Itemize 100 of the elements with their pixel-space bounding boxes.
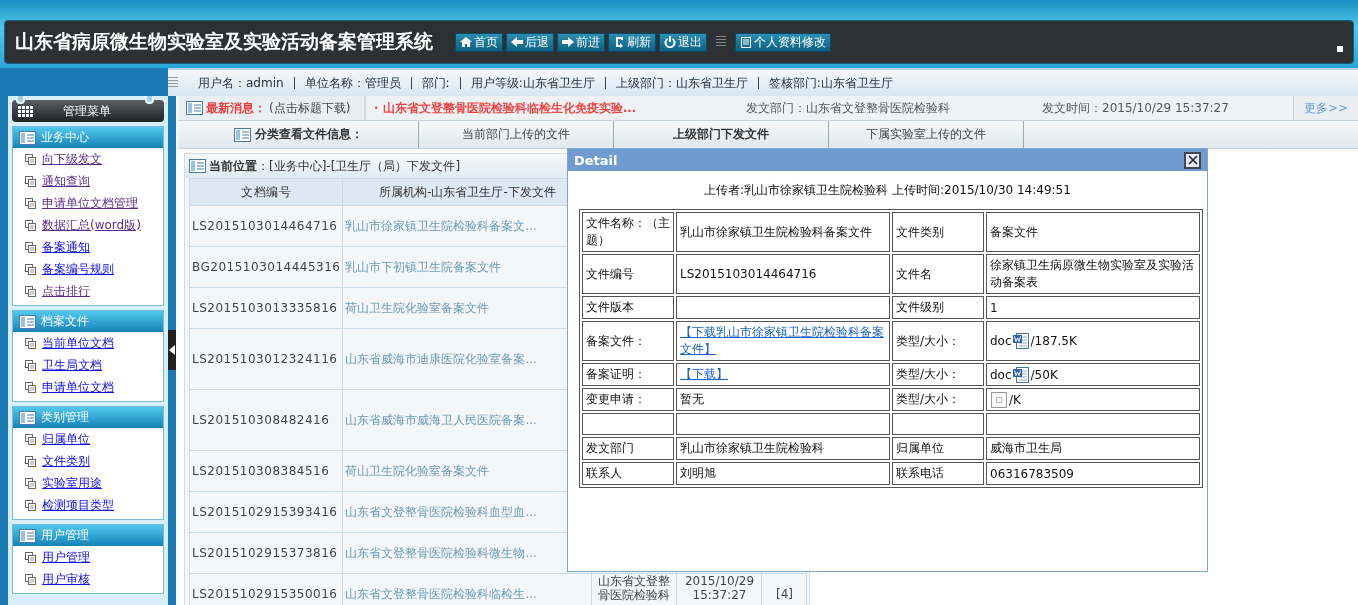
pages-icon <box>25 285 36 297</box>
pages-icon <box>25 455 36 467</box>
table-cell: LS2015103013335816 <box>189 287 343 329</box>
pages-icon <box>25 359 36 371</box>
menu-link[interactable]: 通知查询 <box>42 172 90 190</box>
field-value: 备案文件 <box>986 212 1200 252</box>
menu-link[interactable]: 归属单位 <box>42 430 90 448</box>
field-label: 文件编号 <box>582 254 674 294</box>
menu-link[interactable]: 申请单位文档管理 <box>42 194 138 212</box>
file-size-text: /50K <box>1030 367 1058 381</box>
panel-icon <box>19 314 36 329</box>
menu-title: 管理菜单 <box>63 102 111 120</box>
panel-icon <box>189 159 206 173</box>
menu-link[interactable]: 用户审核 <box>42 570 90 588</box>
news-time: 发文时间：2015/10/29 15:37:27 <box>1042 99 1229 117</box>
forward-arrow-icon <box>562 36 574 48</box>
field-value: 1 <box>986 296 1200 319</box>
breadcrumb: 当前位置：[业务中心]-[卫生厅（局）下发文件] <box>209 157 461 175</box>
field-label: 发文部门 <box>582 437 674 460</box>
back-arrow-icon <box>511 36 523 48</box>
field-label: 文件名称：（主题） <box>582 212 674 252</box>
field-label: 联系电话 <box>892 462 984 485</box>
menu-link[interactable]: 文件类别 <box>42 452 90 470</box>
user-info-text: 上级部门：山东省卫生厅 <box>614 74 749 92</box>
table-cell: LS2015103014464716 <box>189 205 343 247</box>
field-value: 威海市卫生局 <box>986 437 1200 460</box>
news-headline-link[interactable]: · 山东省文登整骨医院检验科临检生化免疫实验... <box>374 99 746 117</box>
menu-link[interactable]: 备案编号规则 <box>42 260 114 278</box>
table-cell: BG2015103014445316 <box>189 246 343 288</box>
toolbar-button[interactable]: 首页 <box>455 32 503 52</box>
home-icon <box>460 36 472 48</box>
field-label: 类型/大小： <box>892 321 984 361</box>
pages-icon <box>25 337 36 349</box>
download-link[interactable]: 【下载】 <box>680 366 728 383</box>
user-info-text: 签核部门:山东省卫生厅 <box>767 74 894 92</box>
menu-link[interactable]: 检测项目类型 <box>42 496 114 514</box>
field-label: 文件级别 <box>892 296 984 319</box>
field-label: 类型/大小： <box>892 388 984 411</box>
word-document-icon <box>1012 366 1029 383</box>
field-label: 文件版本 <box>582 296 674 319</box>
menu-link[interactable]: 用户管理 <box>42 548 90 566</box>
menu-link[interactable]: 向下级发文 <box>42 150 102 168</box>
toolbar-button[interactable]: 前进 <box>557 32 605 52</box>
close-button[interactable] <box>1184 151 1201 169</box>
file-size-text: /K <box>1009 392 1021 406</box>
document-icon <box>740 36 752 48</box>
field-value: 刘明旭 <box>676 462 890 485</box>
field-label: 文件名 <box>892 254 984 294</box>
collapse-handle[interactable] <box>168 330 176 370</box>
menu-link[interactable]: 实验室用途 <box>42 474 102 492</box>
pages-icon <box>25 499 36 511</box>
menu-link[interactable]: 备案通知 <box>42 238 90 256</box>
table-cell: LS201510308482416 <box>189 389 343 451</box>
file-size-text: /187.5K <box>1030 333 1077 348</box>
menu-link[interactable]: 点击排行 <box>42 282 90 300</box>
table-cell: LS2015102915373816 <box>189 532 343 574</box>
field-label: 联系人 <box>582 462 674 485</box>
uploader-info: 上传者:乳山市徐家镇卫生院检验科 上传时间:2015/10/30 14:49:51 <box>703 182 1072 199</box>
panel-icon <box>19 130 36 145</box>
word-document-icon <box>1012 333 1029 349</box>
pages-icon <box>25 433 36 445</box>
profile-button[interactable]: 个人资料修改 <box>735 32 831 52</box>
system-title: 山东省病原微生物实验室及实验活动备案管理系统 <box>15 29 433 54</box>
user-info-text: 用户等级:山东省卫生厅 <box>469 74 596 92</box>
pages-icon <box>25 153 36 165</box>
file-type-text: doc <box>990 367 1012 381</box>
toolbar-button[interactable]: 刷新 <box>608 32 656 52</box>
column-header: 文档编号 <box>189 178 343 206</box>
panel-icon <box>19 410 36 425</box>
field-value: 乳山市徐家镇卫生院检验科备案文件 <box>676 212 890 252</box>
table-cell: LS2015103012324116 <box>189 328 343 390</box>
menu-link[interactable]: 数据汇总(word版) <box>42 216 141 234</box>
broken-image-icon <box>991 391 1007 408</box>
field-value: LS2015103014464716 <box>676 254 890 294</box>
menu-link[interactable]: 申请单位文档 <box>42 378 114 396</box>
category-label: 分类查看文件信息： <box>254 126 363 143</box>
field-label: 变更申请： <box>582 388 674 411</box>
panel-icon <box>19 528 36 543</box>
news-hint: (点击标题下载) <box>269 99 351 117</box>
panel-icon <box>186 101 203 115</box>
pages-icon <box>25 241 36 253</box>
table-cell: LS201510308384516 <box>189 450 343 492</box>
refresh-icon <box>613 36 625 48</box>
field-value: 乳山市徐家镇卫生院检验科 <box>676 437 890 460</box>
menu-link[interactable]: 卫生局文档 <box>42 356 102 374</box>
dialog-title: Detail <box>574 152 618 168</box>
user-info-text: 单位名称：管理员 <box>303 74 402 92</box>
field-value: 暂无 <box>676 388 890 411</box>
corner-square-icon <box>1337 46 1343 52</box>
field-label: 类型/大小： <box>892 363 984 386</box>
pages-icon <box>25 551 36 563</box>
pages-icon <box>25 573 36 585</box>
toolbar-button[interactable]: 退出 <box>659 32 707 52</box>
pages-icon <box>25 477 36 489</box>
toolbar-button[interactable]: 后退 <box>506 32 554 52</box>
menu-link[interactable]: 当前单位文档 <box>42 334 114 352</box>
panel-icon <box>233 127 251 142</box>
field-value: 徐家镇卫生病原微生物实验室及实验活动备案表 <box>986 254 1200 294</box>
field-label: 备案文件： <box>582 321 674 361</box>
grid-icon <box>18 105 33 117</box>
